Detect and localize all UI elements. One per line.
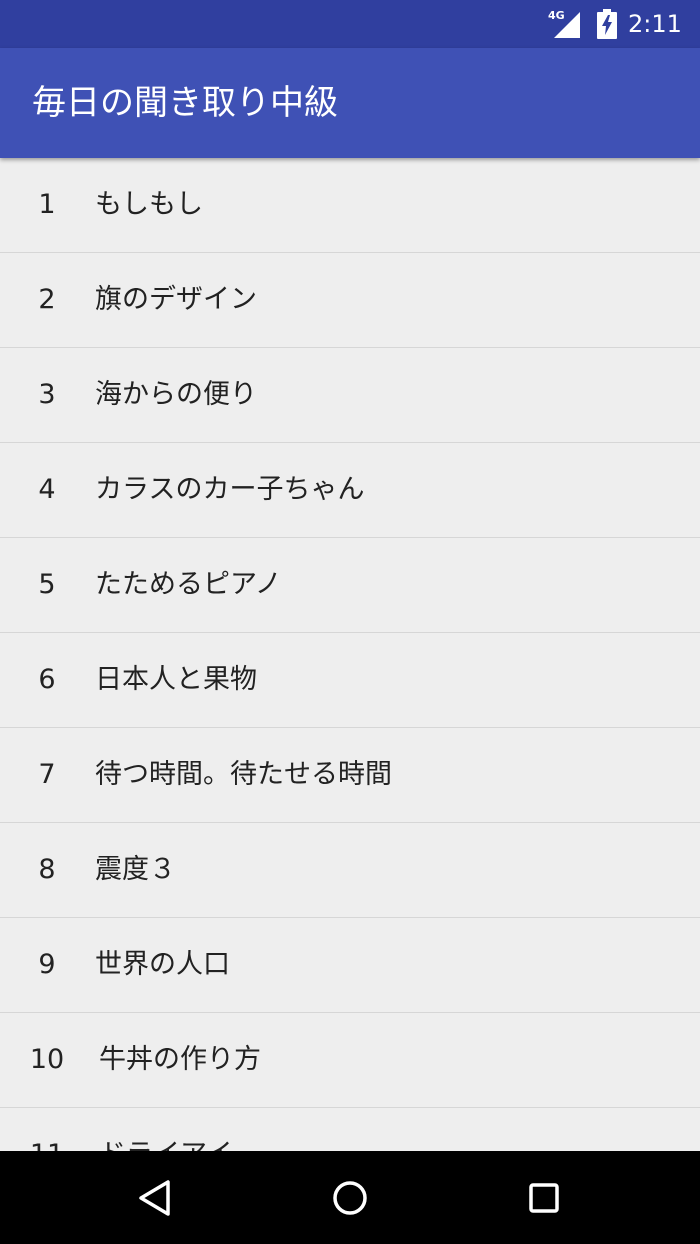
- list-item[interactable]: 5 たためるピアノ: [0, 538, 700, 633]
- list-item[interactable]: 10 牛丼の作り方: [0, 1013, 700, 1108]
- list-item[interactable]: 8 震度３: [0, 823, 700, 918]
- lesson-number: 3: [38, 379, 56, 410]
- list-item[interactable]: 1 もしもし: [0, 158, 700, 253]
- lesson-title: ドライアイ: [99, 1108, 233, 1151]
- network-indicator: 4G: [548, 10, 582, 40]
- lesson-title: 待つ時間。待たせる時間: [95, 759, 392, 790]
- lesson-title: 海からの便り: [95, 379, 257, 410]
- lesson-list[interactable]: 1 もしもし 2 旗のデザイン 3 海からの便り 4 カラスのカー子ちゃん 5 …: [0, 158, 700, 1151]
- status-bar: 4G 2:11: [0, 0, 700, 48]
- status-time: 2:11: [628, 10, 682, 38]
- lesson-number: 2: [38, 284, 56, 315]
- list-item[interactable]: 7 待つ時間。待たせる時間: [0, 728, 700, 823]
- lesson-title: 世界の人口: [95, 949, 230, 980]
- home-icon[interactable]: [329, 1177, 371, 1219]
- app-bar: 毎日の聞き取り中級: [0, 48, 700, 158]
- navigation-bar: [0, 1151, 700, 1244]
- lesson-number: 11: [0, 1108, 94, 1151]
- list-item[interactable]: 9 世界の人口: [0, 918, 700, 1013]
- lesson-title: 震度３: [95, 854, 176, 885]
- lesson-title: 旗のデザイン: [95, 284, 257, 315]
- lesson-number: 1: [38, 189, 56, 220]
- back-icon[interactable]: [134, 1177, 176, 1219]
- lesson-title: もしもし: [95, 189, 203, 220]
- list-item[interactable]: 4 カラスのカー子ちゃん: [0, 443, 700, 538]
- list-item[interactable]: 11 ドライアイ: [0, 1108, 700, 1151]
- lesson-number: 7: [38, 759, 56, 790]
- lesson-number: 5: [38, 569, 56, 600]
- app-title: 毎日の聞き取り中級: [32, 83, 338, 123]
- lesson-title: 牛丼の作り方: [99, 1044, 261, 1075]
- recents-icon[interactable]: [523, 1177, 565, 1219]
- lesson-title: 日本人と果物: [95, 664, 257, 695]
- lesson-number: 6: [38, 664, 56, 695]
- list-item[interactable]: 3 海からの便り: [0, 348, 700, 443]
- list-item[interactable]: 2 旗のデザイン: [0, 253, 700, 348]
- lesson-number: 10: [29, 1044, 65, 1075]
- lesson-number: 4: [38, 474, 56, 505]
- lesson-number: 9: [38, 949, 56, 980]
- lesson-title: カラスのカー子ちゃん: [95, 474, 365, 505]
- list-item[interactable]: 6 日本人と果物: [0, 633, 700, 728]
- battery-charging-icon: [597, 9, 617, 39]
- signal-icon: [554, 12, 580, 38]
- lesson-number: 8: [38, 854, 56, 885]
- lesson-title: たためるピアノ: [95, 569, 282, 600]
